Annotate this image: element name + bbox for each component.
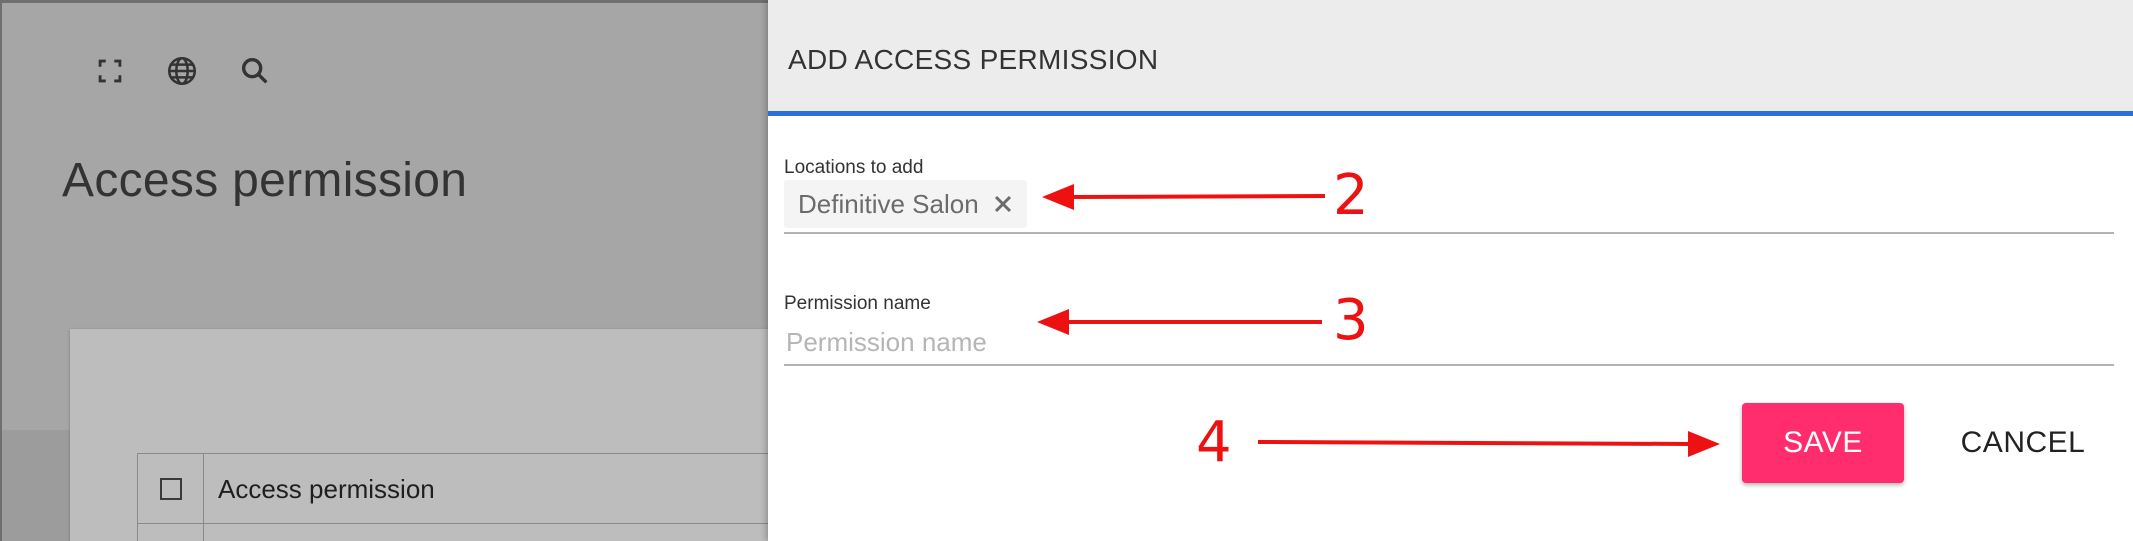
annotation-number-3: 3: [1333, 288, 1369, 353]
permission-name-input[interactable]: [784, 322, 2114, 362]
column-header-access-permission[interactable]: Access permission: [218, 474, 435, 505]
select-all-checkbox[interactable]: [159, 478, 182, 500]
permission-name-label: Permission name: [784, 293, 931, 314]
location-chip: Definitive Salon: [784, 180, 1027, 228]
search-icon[interactable]: [237, 53, 273, 89]
dialog-title: ADD ACCESS PERMISSION: [788, 44, 1159, 75]
dialog-header: ADD ACCESS PERMISSION: [768, 0, 2133, 116]
select-all-cell: [138, 454, 204, 524]
table-header-row: Access permission: [138, 454, 798, 524]
locations-field-label: Locations to add: [784, 157, 924, 178]
annotation-number-2: 2: [1333, 163, 1369, 228]
row-checkbox-cell: [138, 524, 204, 541]
page-title: Access permission: [62, 154, 468, 207]
locations-field-underline: [784, 232, 2114, 234]
fullscreen-icon[interactable]: [92, 53, 128, 89]
permission-name-underline: [784, 364, 2114, 366]
cancel-button[interactable]: CANCEL: [1948, 403, 2098, 483]
table-row: [138, 524, 798, 541]
location-chip-label: Definitive Salon: [798, 188, 979, 219]
save-button[interactable]: SAVE: [1742, 403, 1904, 483]
chip-remove-icon[interactable]: [991, 192, 1015, 216]
permissions-table: Access permission: [137, 453, 798, 541]
add-access-permission-dialog: ADD ACCESS PERMISSION Locations to add D…: [768, 0, 2133, 541]
globe-icon[interactable]: [164, 53, 200, 89]
annotation-number-4: 4: [1196, 410, 1232, 475]
